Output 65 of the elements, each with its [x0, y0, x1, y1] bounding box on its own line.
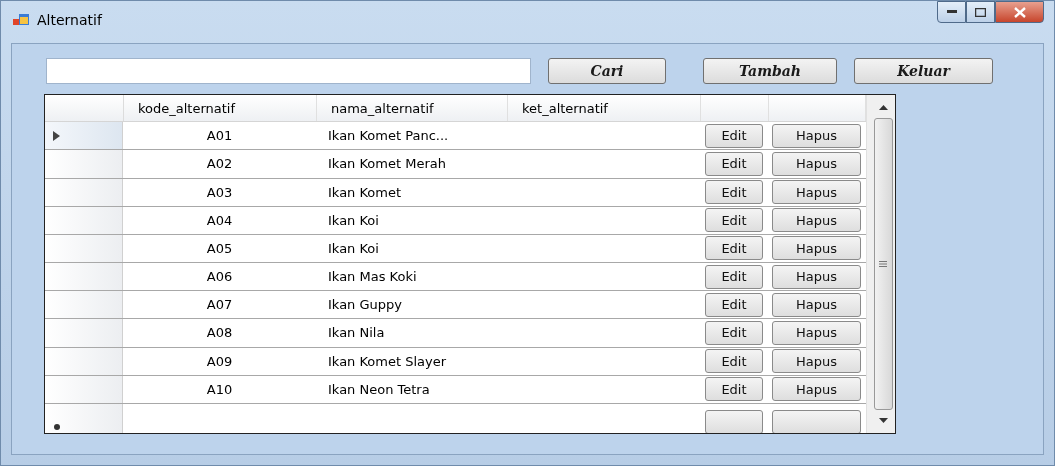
maximize-icon [975, 7, 986, 17]
table-cell-text: Ikan Nila [327, 324, 386, 343]
delete-button[interactable]: Hapus [772, 321, 861, 345]
delete-button[interactable]: Hapus [772, 180, 861, 205]
new-row-icon [53, 423, 61, 432]
table-cell-text: A09 [205, 352, 234, 371]
edit-button[interactable]: Edit [705, 123, 763, 148]
table-cell-text: A10 [205, 380, 234, 399]
row-header[interactable] [45, 122, 123, 150]
vertical-scrollbar[interactable] [866, 95, 895, 433]
table-cell-text: Ikan Koi [327, 239, 380, 258]
toolbar-button[interactable]: Cari [548, 58, 666, 84]
toolbar-button[interactable]: Tambah [703, 58, 837, 84]
table-cell-text: A05 [205, 239, 234, 258]
delete-button[interactable]: Hapus [772, 208, 861, 233]
edit-button[interactable]: Edit [705, 377, 763, 402]
window-title: Alternatif [37, 12, 104, 28]
table-cell-text: A06 [205, 268, 234, 287]
column-header[interactable]: kode_alternatif [124, 95, 317, 122]
table-cell-text: A03 [205, 183, 234, 202]
edit-button[interactable]: Edit [705, 151, 763, 176]
table-cell-text: Ikan Koi [327, 211, 380, 230]
delete-button[interactable]: Hapus [772, 377, 861, 402]
delete-button[interactable]: Hapus [772, 151, 861, 176]
scroll-up-icon[interactable] [878, 105, 888, 110]
column-header[interactable]: nama_alternatif [317, 95, 508, 122]
table-cell-text: Ikan Komet Panc... [327, 127, 450, 146]
table-cell-text: A04 [205, 211, 234, 230]
close-button[interactable] [995, 1, 1044, 23]
edit-button[interactable]: Edit [705, 349, 763, 374]
column-header[interactable]: ket_alternatif [508, 95, 701, 122]
edit-button[interactable]: Edit [705, 292, 763, 317]
edit-button[interactable]: Edit [705, 236, 763, 261]
empty-button[interactable] [705, 410, 763, 433]
edit-button[interactable]: Edit [705, 208, 763, 233]
toolbar-button[interactable]: Keluar [854, 58, 993, 84]
table-cell-text: A07 [205, 296, 234, 315]
delete-button[interactable]: Hapus [772, 292, 861, 317]
delete-button[interactable]: Hapus [772, 236, 861, 261]
table-cell-text: Ikan Komet Merah [327, 155, 447, 174]
delete-button[interactable]: Hapus [772, 123, 861, 148]
scroll-thumb[interactable] [873, 118, 893, 410]
table-cell-text: Ikan Neon Tetra [327, 380, 431, 399]
table-cell-text: Ikan Guppy [327, 296, 403, 315]
close-icon [1013, 6, 1026, 18]
maximize-button[interactable] [966, 1, 995, 23]
search-field[interactable] [46, 58, 531, 84]
edit-button[interactable]: Edit [705, 321, 763, 345]
table-cell-text: A02 [205, 155, 234, 174]
edit-button[interactable]: Edit [705, 264, 763, 289]
minimize-button[interactable] [937, 1, 966, 23]
delete-button[interactable]: Hapus [772, 349, 861, 374]
table-cell-text: Ikan Komet [327, 183, 403, 202]
delete-button[interactable]: Hapus [772, 264, 861, 289]
table-cell-text: A08 [205, 324, 234, 343]
table-cell-text: Ikan Mas Koki [327, 268, 418, 287]
empty-button[interactable] [772, 410, 861, 433]
scroll-down-icon[interactable] [878, 418, 888, 423]
minimize-icon [946, 10, 957, 14]
grip-icon [879, 261, 887, 267]
table-cell-text: Ikan Komet Slayer [327, 352, 448, 371]
table-cell-text: A01 [205, 127, 234, 146]
current-row-icon [53, 130, 60, 141]
edit-button[interactable]: Edit [705, 180, 763, 205]
app-icon [13, 13, 29, 27]
